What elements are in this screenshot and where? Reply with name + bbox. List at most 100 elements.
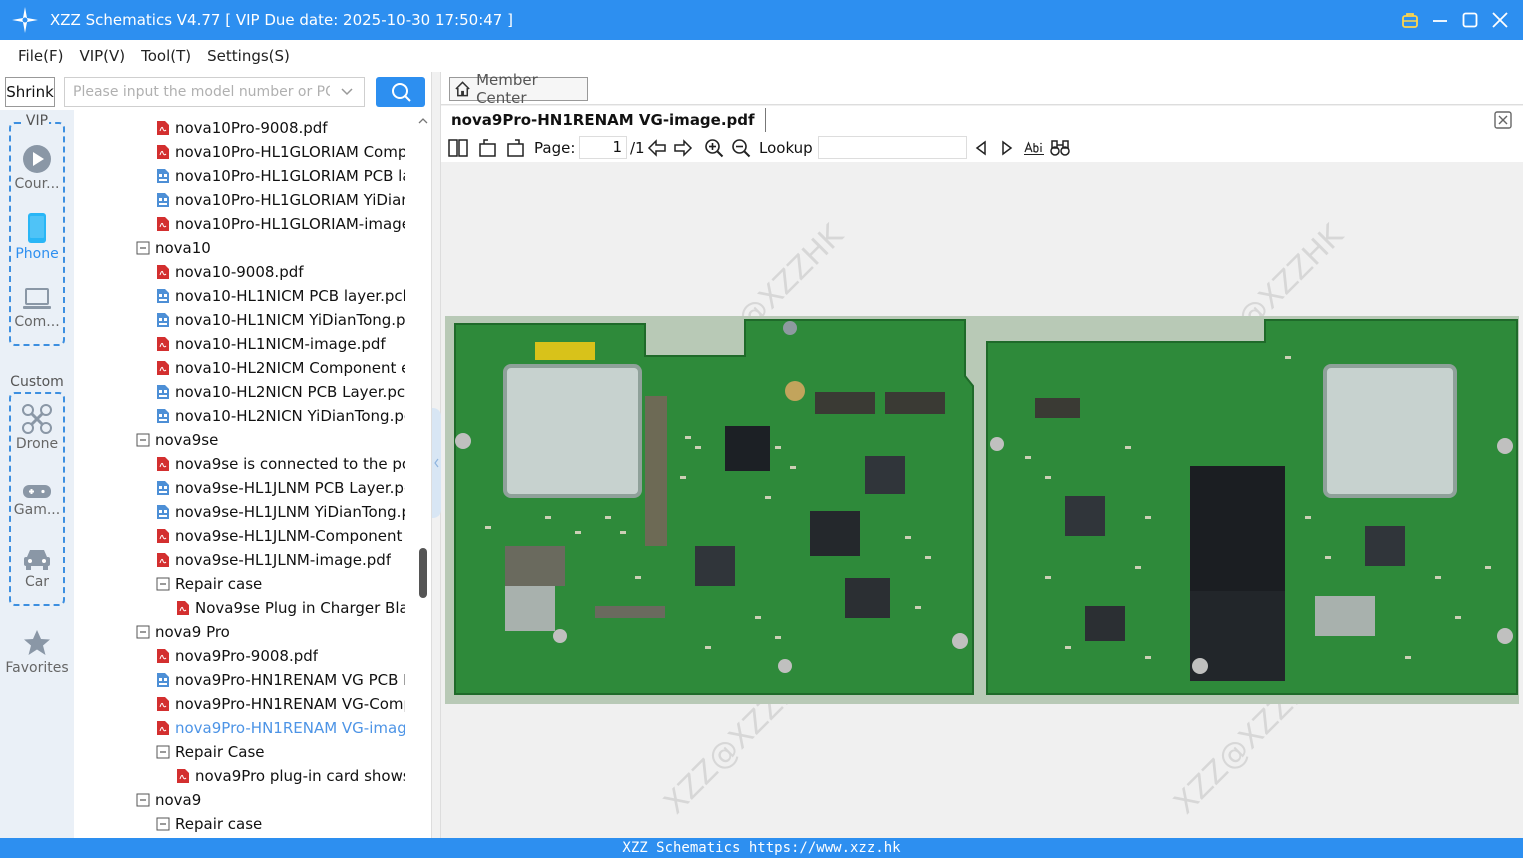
member-center-label: Member Center <box>476 71 538 107</box>
panel-splitter[interactable] <box>431 72 441 838</box>
two-page-view-icon[interactable] <box>447 137 469 159</box>
menu-settings[interactable]: Settings(S) <box>207 47 290 65</box>
category-favorites[interactable]: Favorites <box>0 628 74 676</box>
menu-file[interactable]: File(F) <box>18 47 63 65</box>
scroll-up-icon[interactable] <box>417 116 429 126</box>
category-computer[interactable]: Com... <box>0 286 74 330</box>
category-label: Cour... <box>14 176 60 192</box>
pcb-file-icon <box>157 313 169 327</box>
tree-file[interactable]: Nova9se Plug in Charger Black <box>176 596 405 620</box>
collapse-handle[interactable] <box>432 408 441 518</box>
shrink-button[interactable]: Shrink <box>5 77 55 107</box>
search-button[interactable] <box>376 77 425 107</box>
tree-file[interactable]: nova10Pro-9008.pdf <box>156 116 405 140</box>
tree-file[interactable]: nova10-HL2NICM Component exp <box>156 356 405 380</box>
collapse-node-icon[interactable] <box>136 240 150 256</box>
tree-folder[interactable]: nova9se <box>136 428 405 452</box>
rotate-left-icon[interactable] <box>477 137 499 159</box>
tree-file[interactable]: nova10-HL1NICM YiDianTong.pcb <box>156 308 405 332</box>
status-text: XZZ Schematics https://www.xzz.hk <box>622 840 901 856</box>
page-label: Page: <box>534 139 576 157</box>
minimize-button[interactable] <box>1431 11 1449 29</box>
lookup-input[interactable] <box>818 136 967 159</box>
rotate-right-icon[interactable] <box>504 137 526 159</box>
tree-folder[interactable]: nova9 <box>136 788 405 812</box>
binoculars-icon[interactable] <box>1049 137 1071 159</box>
find-previous-icon[interactable] <box>970 137 992 159</box>
menu-vip[interactable]: VIP(V) <box>79 47 125 65</box>
pdf-file-icon <box>157 121 169 135</box>
page-number-input[interactable]: 1 <box>579 136 627 159</box>
previous-page-icon[interactable] <box>646 137 668 159</box>
tree-file[interactable]: nova10-9008.pdf <box>156 260 405 284</box>
pdf-file-icon <box>157 361 169 375</box>
pdf-file-icon <box>157 337 169 351</box>
model-search-input[interactable] <box>65 79 330 105</box>
tree-file[interactable]: nova9Pro-HN1RENAM VG PCB Lay <box>156 668 405 692</box>
tree-file[interactable]: nova10-HL1NICM-image.pdf <box>156 332 405 356</box>
tree-item-label: nova9Pro-HN1RENAM VG-image.p <box>175 719 405 737</box>
find-next-icon[interactable] <box>996 137 1018 159</box>
pcb-file-icon <box>157 169 169 183</box>
tree-file[interactable]: nova9se-HL1JLNM YiDianTong.pcb <box>156 500 405 524</box>
tree-folder[interactable]: Repair Case <box>156 740 405 764</box>
tree-folder[interactable]: nova9 Pro <box>136 620 405 644</box>
tree-item-label: nova10Pro-HL1GLORIAM Component <box>175 143 405 161</box>
zoom-out-icon[interactable] <box>730 137 752 159</box>
vip-bag-icon[interactable] <box>1401 11 1419 29</box>
chevron-down-icon[interactable] <box>340 85 354 99</box>
match-case-icon[interactable] <box>1023 137 1045 159</box>
category-drone[interactable]: Drone <box>0 404 74 452</box>
close-tab-icon[interactable] <box>1493 110 1513 130</box>
tree-file[interactable]: nova9Pro-9008.pdf <box>156 644 405 668</box>
tree-item-label: nova10Pro-HL1GLORIAM-image.pdf <box>175 215 405 233</box>
collapse-node-icon[interactable] <box>136 432 150 448</box>
tree-file[interactable]: nova9se-HL1JLNM-Component ex <box>156 524 405 548</box>
tree-file[interactable]: nova9Pro plug-in card shows no <box>176 764 405 788</box>
document-tab[interactable]: nova9Pro-HN1RENAM VG-image.pdf <box>451 108 766 132</box>
tree-folder[interactable]: Repair case <box>156 572 405 596</box>
collapse-node-icon[interactable] <box>136 624 150 640</box>
tree-file[interactable]: nova10Pro-HL1GLORIAM YiDianTong <box>156 188 405 212</box>
tree-file[interactable]: nova9Pro-HN1RENAM VG-image.p <box>156 716 405 740</box>
model-search-combo[interactable] <box>64 77 365 107</box>
tree-file[interactable]: nova10Pro-HL1GLORIAM PCB layer <box>156 164 405 188</box>
collapse-node-icon[interactable] <box>156 744 170 760</box>
tree-folder[interactable]: Repair case <box>156 812 405 836</box>
close-button[interactable] <box>1491 11 1509 29</box>
tree-file[interactable]: nova9se-HL1JLNM-image.pdf <box>156 548 405 572</box>
menu-bar: File(F) VIP(V) Tool(T) Settings(S) <box>0 40 1523 72</box>
category-courses[interactable]: Cour... <box>0 144 74 192</box>
scrollbar-thumb[interactable] <box>419 548 427 598</box>
collapse-node-icon[interactable] <box>156 816 170 832</box>
tree-item-label: nova10-HL2NICN YiDianTong.pcb <box>175 407 405 425</box>
member-center-button[interactable]: Member Center <box>449 71 588 107</box>
maximize-button[interactable] <box>1461 11 1479 29</box>
tree-item-label: nova9se is connected to the power <box>175 455 405 473</box>
lookup-label: Lookup <box>759 139 813 157</box>
collapse-node-icon[interactable] <box>136 792 150 808</box>
category-car[interactable]: Car <box>0 546 74 590</box>
pdf-file-icon <box>157 529 169 543</box>
tree-item-label: nova9se-HL1JLNM YiDianTong.pcb <box>175 503 405 521</box>
zoom-in-icon[interactable] <box>703 137 725 159</box>
tree-file[interactable]: nova10-HL2NICN YiDianTong.pcb <box>156 404 405 428</box>
tree-file[interactable]: nova9se is connected to the power <box>156 452 405 476</box>
pdf-file-icon <box>157 145 169 159</box>
tree-folder[interactable]: nova10 <box>136 236 405 260</box>
menu-tool[interactable]: Tool(T) <box>141 47 191 65</box>
collapse-node-icon[interactable] <box>156 576 170 592</box>
tree-file[interactable]: nova10Pro-HL1GLORIAM Component <box>156 140 405 164</box>
category-game[interactable]: Gam... <box>0 482 74 518</box>
laptop-icon <box>23 288 51 309</box>
category-phone[interactable]: Phone <box>0 212 74 262</box>
pdf-viewer[interactable]: XZZ@XZZHK XZZ@XZZHK XZZ@XZZHK XZZ@XZZHK <box>441 162 1523 838</box>
tree-file[interactable]: nova9Pro-HN1RENAM VG-Compo <box>156 692 405 716</box>
tree-file[interactable]: nova10Pro-HL1GLORIAM-image.pdf <box>156 212 405 236</box>
tree-file[interactable]: nova10-HL2NICN PCB Layer.pcb <box>156 380 405 404</box>
title-bar: XZZ Schematics V4.77 [ VIP Due date: 202… <box>0 0 1523 40</box>
next-page-icon[interactable] <box>672 137 694 159</box>
tree-file[interactable]: nova9se-HL1JLNM PCB Layer.pcb <box>156 476 405 500</box>
tree-file[interactable]: nova10-HL1NICM PCB layer.pcb <box>156 284 405 308</box>
tree-scrollbar[interactable] <box>417 112 429 838</box>
